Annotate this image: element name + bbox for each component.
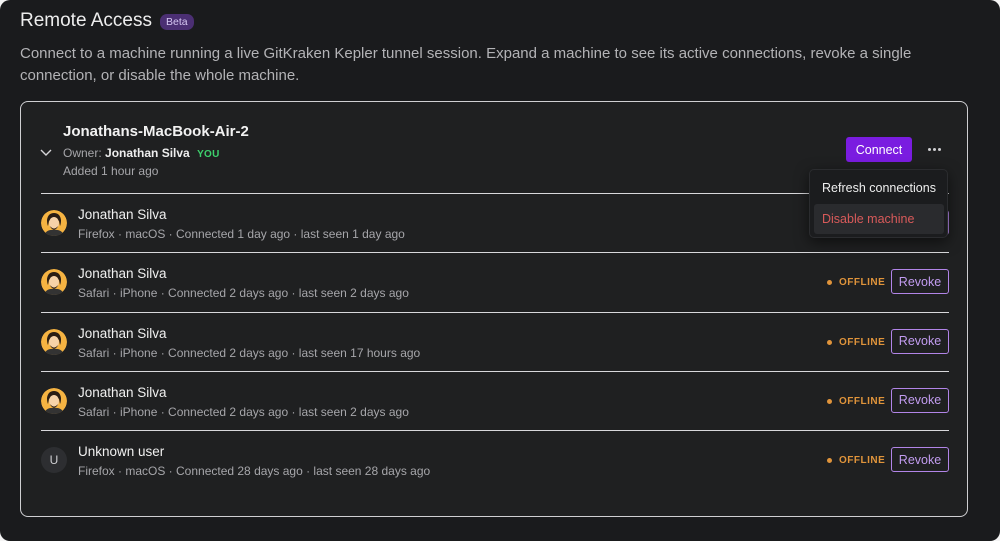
status-badge: OFFLINE: [827, 396, 885, 407]
connection-user-name: Jonathan Silva: [78, 207, 167, 222]
owner-label: Owner:: [63, 146, 102, 160]
avatar: [41, 387, 67, 414]
revoke-button[interactable]: Revoke: [891, 387, 949, 413]
connection-meta: Safari · iPhone · Connected 2 days ago ·…: [78, 345, 421, 360]
revoke-button[interactable]: Revoke: [891, 269, 949, 295]
avatar: [41, 269, 67, 296]
status-badge: OFFLINE: [827, 277, 885, 288]
connect-button[interactable]: Connect: [846, 137, 912, 162]
connection-user-name: Jonathan Silva: [78, 325, 167, 341]
refresh-connections-item[interactable]: Refresh connections: [814, 173, 944, 203]
connection-row: U Unknown user Firefox · macOS · Connected…: [41, 431, 949, 489]
connection-user-name: Unknown user: [78, 444, 165, 460]
avatar: [41, 210, 67, 236]
owner-name: Jonathan Silva: [105, 146, 190, 160]
revoke-button[interactable]: Revoke: [891, 328, 949, 354]
status-dot-icon: [827, 280, 832, 286]
connection-row: Jonathan Silva Safari · iPhone · Connecte…: [41, 253, 949, 311]
header: Remote Access Beta: [20, 10, 194, 32]
status-dot-icon: [827, 339, 832, 345]
revoke-button[interactable]: Revoke: [891, 447, 949, 473]
connection-meta: Firefox · macOS · Connected 28 days ago …: [78, 464, 431, 479]
status-label: OFFLINE: [839, 455, 886, 467]
machine-owner: Owner: Jonathan Silva YOU: [63, 146, 220, 160]
status-badge: OFFLINE: [827, 455, 885, 466]
connection-meta: Safari · iPhone · Connected 2 days ago ·…: [78, 404, 409, 419]
machine-added: Added 1 hour ago: [63, 164, 159, 178]
status-label: OFFLINE: [839, 277, 886, 289]
status-dot-icon: [827, 458, 832, 464]
connection-row: Jonathan Silva Safari · iPhone · Connecte…: [41, 372, 949, 430]
connection-meta: Firefox · macOS · Connected 1 day ago · …: [78, 227, 405, 241]
chevron-down-icon[interactable]: [39, 145, 53, 159]
connection-user-name: Jonathan Silva: [78, 266, 167, 282]
machine-name: Jonathans-MacBook-Air-2: [63, 123, 249, 140]
connection-user-name: Jonathan Silva: [78, 384, 167, 400]
connection-meta: Safari · iPhone · Connected 2 days ago ·…: [78, 286, 409, 301]
more-options-icon[interactable]: [922, 139, 946, 159]
disable-machine-item[interactable]: Disable machine: [814, 204, 944, 234]
remote-access-panel: Remote Access Beta Connect to a machine …: [0, 0, 1000, 541]
status-dot-icon: [827, 398, 832, 404]
status-label: OFFLINE: [839, 395, 886, 407]
page-title: Remote Access: [20, 10, 152, 31]
status-badge: OFFLINE: [827, 337, 885, 348]
machine-options-menu: Refresh connections Disable machine: [809, 169, 948, 238]
machine-card: Jonathans-MacBook-Air-2 Owner: Jonathan …: [20, 101, 968, 517]
status-label: OFFLINE: [839, 336, 886, 348]
you-tag: YOU: [197, 149, 220, 160]
connection-row: Jonathan Silva Safari · iPhone · Connecte…: [41, 313, 949, 371]
avatar: U: [41, 447, 67, 474]
avatar: [41, 328, 67, 355]
page-description: Connect to a machine running a live GitK…: [20, 45, 912, 84]
beta-badge: Beta: [160, 14, 194, 30]
